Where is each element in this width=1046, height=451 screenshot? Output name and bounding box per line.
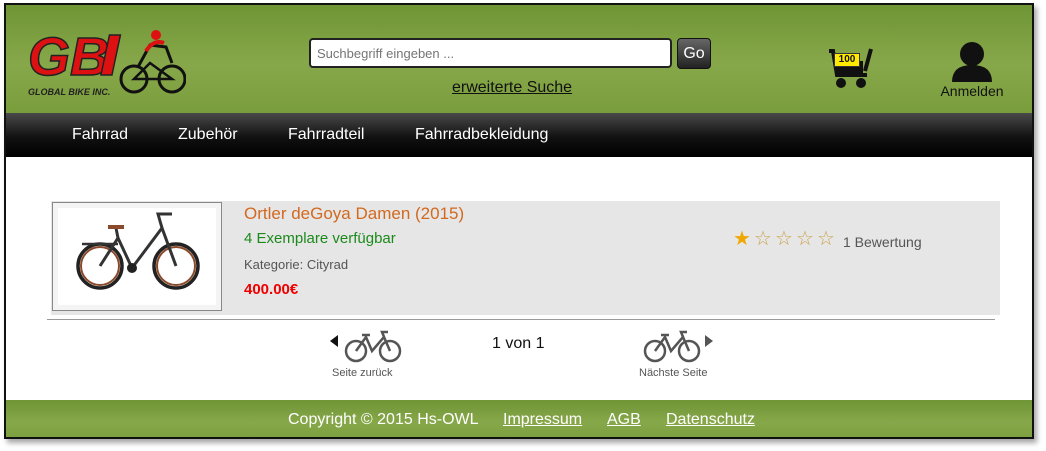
star-empty-icon[interactable]: ☆ <box>796 229 814 249</box>
city-bike-image <box>76 212 200 290</box>
agb-link[interactable]: AGB <box>607 411 641 429</box>
cart-button[interactable]: 100 <box>827 47 877 89</box>
product-price: 400.00€ <box>244 281 299 298</box>
next-page-button[interactable]: Nächste Seite <box>637 327 717 383</box>
login-button[interactable]: Anmelden <box>936 41 1008 99</box>
star-empty-icon[interactable]: ☆ <box>754 229 772 249</box>
user-icon <box>952 42 992 82</box>
star-filled-icon[interactable]: ★ <box>733 229 751 249</box>
star-empty-icon[interactable]: ☆ <box>817 229 835 249</box>
main-nav: Fahrrad Zubehör Fahrradteil Fahrradbekle… <box>6 113 1032 157</box>
bike-left-arrow-icon <box>330 330 402 363</box>
login-label: Anmelden <box>940 83 1004 99</box>
copyright-text: Copyright © 2015 Hs-OWL <box>288 411 479 428</box>
nav-item-fahrrad[interactable]: Fahrrad <box>72 113 128 157</box>
star-empty-icon[interactable]: ☆ <box>775 229 793 249</box>
search-input[interactable] <box>309 38 672 68</box>
datenschutz-link[interactable]: Datenschutz <box>666 411 755 429</box>
logo[interactable]: GB GLOBAL BIKE INC. <box>26 23 187 98</box>
go-button[interactable]: Go <box>677 38 711 69</box>
product-list-item: Ortler deGoya Damen (2015) 4 Exemplare v… <box>51 201 1000 315</box>
footer: Copyright © 2015 Hs-OWL Impressum AGB Da… <box>6 400 1032 437</box>
previous-page-label: Seite zurück <box>332 367 393 379</box>
next-page-label: Nächste Seite <box>639 367 708 379</box>
logo-subtext: GLOBAL BIKE INC. <box>28 87 110 97</box>
divider <box>47 319 995 320</box>
product-title-link[interactable]: Ortler deGoya Damen (2015) <box>244 204 464 224</box>
gbi-logo-icon: GB GLOBAL BIKE INC. <box>27 26 187 97</box>
header: GB GLOBAL BIKE INC. Go erweiterte Suche <box>6 5 1032 113</box>
previous-page-button[interactable]: Seite zurück <box>328 327 408 383</box>
nav-item-zubehoer[interactable]: Zubehör <box>178 113 238 157</box>
page-indicator: 1 von 1 <box>492 335 545 352</box>
cart-count-badge: 100 <box>834 53 860 67</box>
page-frame: GB GLOBAL BIKE INC. Go erweiterte Suche <box>4 3 1034 439</box>
product-availability: 4 Exemplare verfügbar <box>244 230 396 247</box>
logo-text: GB <box>28 27 109 87</box>
advanced-search-link[interactable]: erweiterte Suche <box>452 79 572 97</box>
bike-right-arrow-icon <box>643 330 713 363</box>
product-image[interactable] <box>52 202 222 311</box>
product-category: Kategorie: Cityrad <box>244 257 349 272</box>
nav-item-fahrradteil[interactable]: Fahrradteil <box>288 113 364 157</box>
impressum-link[interactable]: Impressum <box>503 411 582 429</box>
nav-item-fahrradbekleidung[interactable]: Fahrradbekleidung <box>415 113 548 157</box>
rating-count: 1 Bewertung <box>843 234 922 250</box>
